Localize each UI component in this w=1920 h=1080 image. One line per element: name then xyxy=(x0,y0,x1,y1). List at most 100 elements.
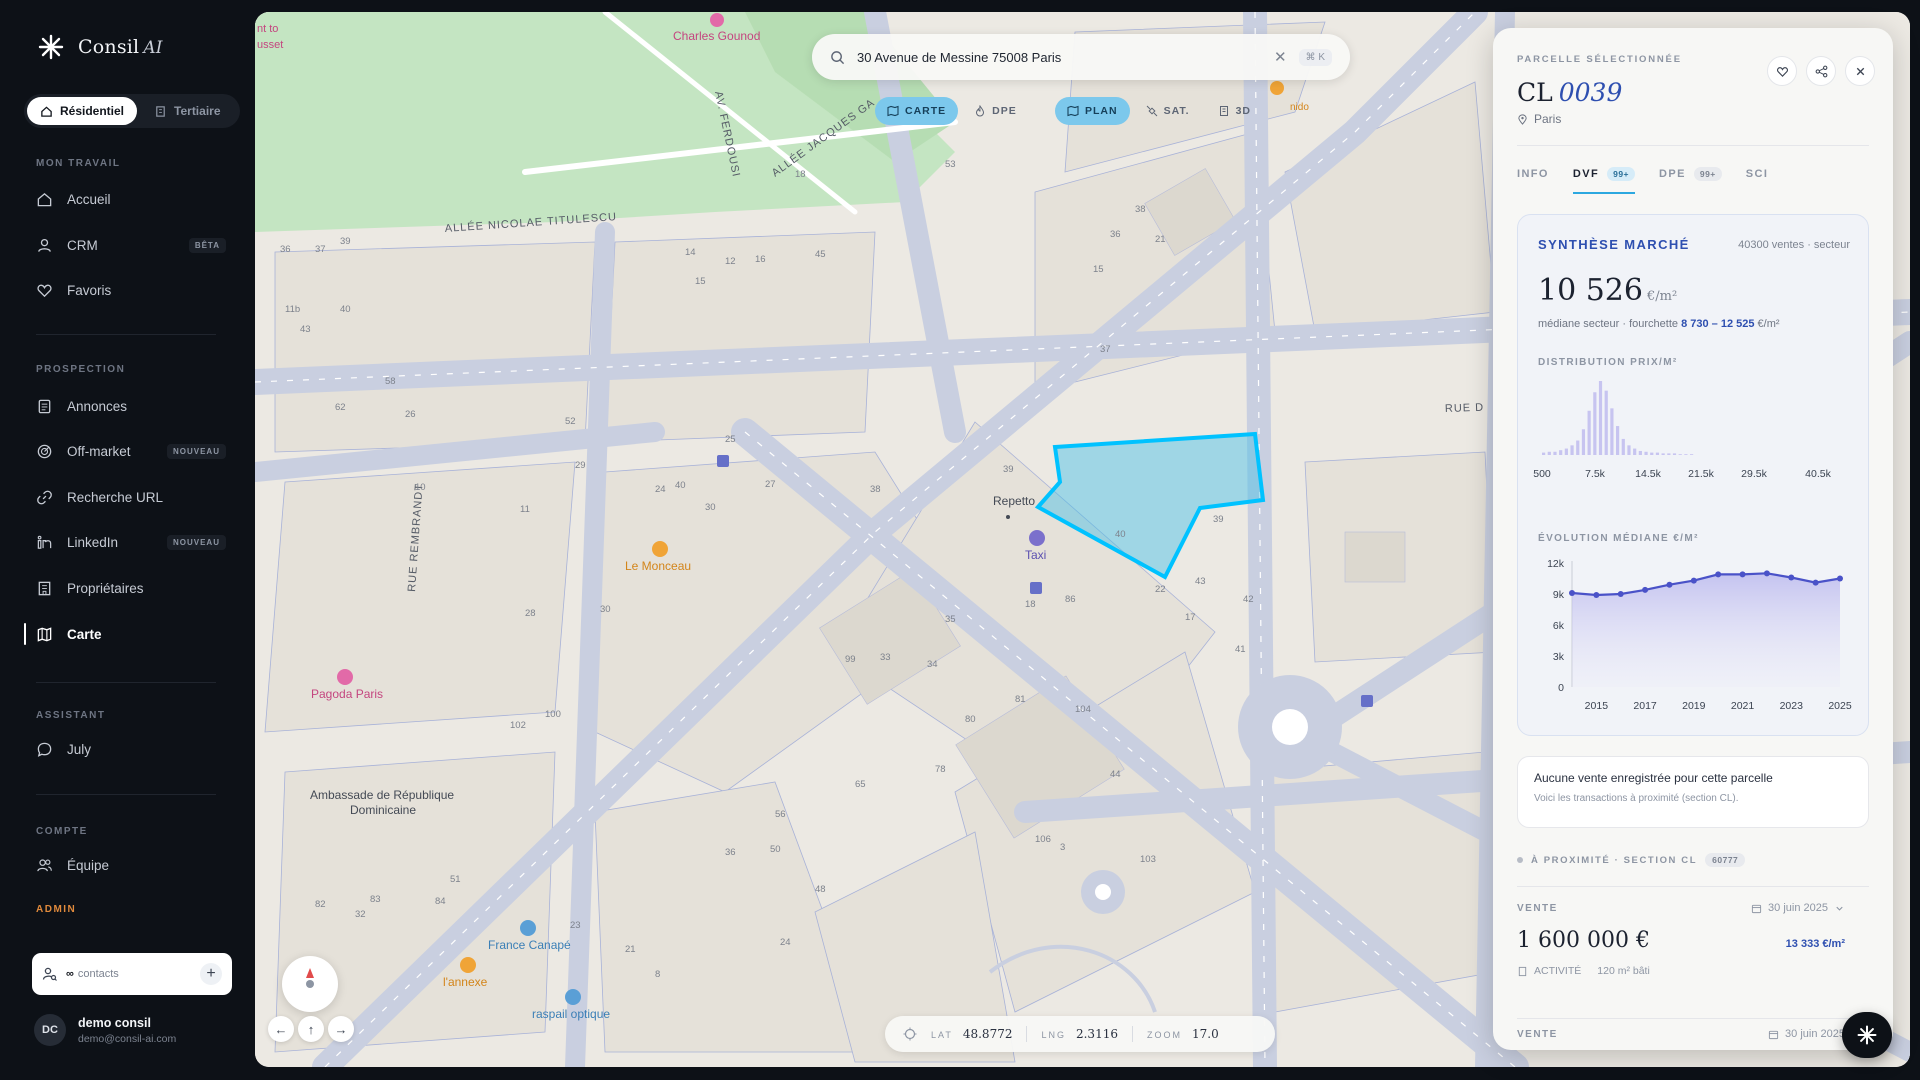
poi-label: Charles Gounod xyxy=(673,29,760,43)
y-tick-label: 6k xyxy=(1553,620,1565,632)
sidebar-item-label: Annonces xyxy=(67,398,128,414)
parcel-detail-panel: PARCELLE SÉLECTIONNÉE CL 0039 Paris INFO … xyxy=(1493,28,1893,1050)
lot-number: 10 xyxy=(415,482,426,493)
compass-button[interactable] xyxy=(282,956,338,1012)
pan-right-button[interactable]: → xyxy=(328,1016,354,1042)
sidebar-item-favoris[interactable]: Favoris xyxy=(24,271,234,309)
nearby-count: 60777 xyxy=(1705,853,1746,867)
sidebar-item-linkedin[interactable]: LinkedIn NOUVEAU xyxy=(24,523,234,561)
histogram-bar xyxy=(1661,453,1665,455)
avatar: DC xyxy=(34,1014,66,1046)
sidebar-item-proprietaires[interactable]: Propriétaires xyxy=(24,569,234,607)
sidebar-item-july[interactable]: July xyxy=(24,730,234,768)
app-name: Consil AI xyxy=(78,36,163,58)
sidebar-item-label: July xyxy=(67,741,92,757)
layer-label: 3D xyxy=(1235,105,1252,117)
latitude-readout: LAT 48.8772 xyxy=(931,1027,1013,1041)
lot-number: 104 xyxy=(1075,704,1091,715)
market-summary-card: SYNTHÈSE MARCHÉ 40300 ventes · secteur 1… xyxy=(1517,214,1869,736)
share-button[interactable] xyxy=(1806,56,1836,86)
lot-number: 81 xyxy=(1015,694,1026,705)
data-point xyxy=(1763,570,1770,577)
map-icon xyxy=(887,105,899,117)
layer-3d-button[interactable]: 3D xyxy=(1206,97,1263,125)
user-search-icon xyxy=(42,967,57,981)
data-point xyxy=(1690,577,1697,584)
address-search-input[interactable] xyxy=(857,49,1262,65)
sale-date: 30 juin 2025 xyxy=(1751,902,1845,914)
flame-icon xyxy=(976,105,985,117)
close-panel-button[interactable] xyxy=(1845,56,1875,86)
segment-tertiaire[interactable]: Tertiaire xyxy=(141,97,233,125)
x-tick-label: 500 xyxy=(1533,468,1551,480)
tab-dvf[interactable]: DVF 99+ xyxy=(1572,164,1636,194)
sidebar-item-equipe[interactable]: Équipe xyxy=(24,846,234,884)
lot-number: 24 xyxy=(655,484,666,495)
user-icon xyxy=(38,238,51,252)
sidebar-item-offmarket[interactable]: Off-market NOUVEAU xyxy=(24,432,234,470)
calendar-icon xyxy=(1751,904,1762,913)
lot-number: 14 xyxy=(685,247,696,258)
lot-number: 29 xyxy=(575,460,586,471)
histogram-bar xyxy=(1690,454,1694,455)
histogram-bar xyxy=(1593,392,1597,455)
layer-satellite-button[interactable]: SAT. xyxy=(1134,97,1202,125)
layer-plan-button[interactable]: PLAN xyxy=(1055,97,1130,125)
price-distribution-chart: 500 7.5k 14.5k 21.5k 29.5k 40.5k xyxy=(1533,381,1832,480)
lot-number: 27 xyxy=(765,479,776,490)
sale-item[interactable]: VENTE 30 juin 2025 xyxy=(1517,1028,1869,1040)
layer-dpe-button[interactable]: DPE xyxy=(962,97,1029,125)
sale-item[interactable]: VENTE 30 juin 2025 1 600 000 € 13 333 €/… xyxy=(1517,902,1869,977)
sale-price-per-m2: 13 333 €/m² xyxy=(1785,938,1845,950)
poi-label: Ambassade de République xyxy=(310,788,454,802)
layer-carte-button[interactable]: CARTE xyxy=(875,97,959,125)
tab-dpe[interactable]: DPE 99+ xyxy=(1659,164,1722,194)
parcel-location: Paris xyxy=(1517,112,1561,126)
x-tick-label: 2019 xyxy=(1682,700,1706,712)
lot-number: 22 xyxy=(1155,584,1166,595)
lot-number: 40 xyxy=(675,480,686,491)
lot-number: 40 xyxy=(1115,529,1126,540)
sidebar-item-carte[interactable]: Carte xyxy=(24,615,234,653)
sidebar-item-label: Équipe xyxy=(67,857,110,873)
contacts-widget[interactable]: ∞ contacts + xyxy=(32,953,232,995)
clear-search-button[interactable]: ✕ xyxy=(1274,48,1287,66)
histogram-bar xyxy=(1604,390,1608,455)
sidebar-divider xyxy=(36,334,216,335)
radar-icon xyxy=(37,444,52,458)
tab-info[interactable]: INFO xyxy=(1517,164,1549,194)
favorite-button[interactable] xyxy=(1767,56,1797,86)
poi-label: Taxi xyxy=(1025,548,1046,562)
add-contact-button[interactable]: + xyxy=(200,963,222,985)
crosshair-icon xyxy=(903,1027,917,1041)
lot-number: 21 xyxy=(1155,234,1166,245)
x-tick-label: 2017 xyxy=(1633,700,1657,712)
linkedin-icon xyxy=(37,535,52,549)
data-point xyxy=(1812,579,1819,586)
sidebar-item-crm[interactable]: CRM BÊTA xyxy=(24,226,234,264)
keyboard-shortcut-hint: ⌘ K xyxy=(1298,48,1332,66)
segment-residentiel[interactable]: Résidentiel xyxy=(27,97,138,125)
app-logo[interactable]: Consil AI xyxy=(38,34,163,60)
sidebar-divider xyxy=(36,794,216,795)
sidebar-item-recherche-url[interactable]: Recherche URL xyxy=(24,478,234,516)
user-profile[interactable]: DC demo consil demo@consil-ai.com xyxy=(34,1014,176,1046)
section-admin-label[interactable]: ADMIN xyxy=(36,904,76,915)
assistant-fab-button[interactable] xyxy=(1842,1012,1892,1058)
lot-number: 84 xyxy=(435,896,446,907)
tab-count: 99+ xyxy=(1607,167,1636,181)
lot-number: 30 xyxy=(600,604,611,615)
histogram-bar xyxy=(1678,454,1682,455)
x-tick-label: 2025 xyxy=(1828,700,1852,712)
sidebar-item-accueil[interactable]: Accueil xyxy=(24,180,234,218)
separator xyxy=(1131,1026,1133,1042)
pan-left-button[interactable]: ← xyxy=(268,1016,294,1042)
lot-number: 34 xyxy=(927,659,938,670)
tab-sci[interactable]: SCI xyxy=(1746,164,1769,194)
x-tick-label: 7.5k xyxy=(1585,468,1606,480)
pan-up-button[interactable]: ↑ xyxy=(298,1016,324,1042)
poi-label: Le Monceau xyxy=(625,559,691,573)
tab-count: 99+ xyxy=(1693,167,1722,181)
asterisk-logo-icon xyxy=(38,34,64,60)
sidebar-item-annonces[interactable]: Annonces xyxy=(24,387,234,425)
